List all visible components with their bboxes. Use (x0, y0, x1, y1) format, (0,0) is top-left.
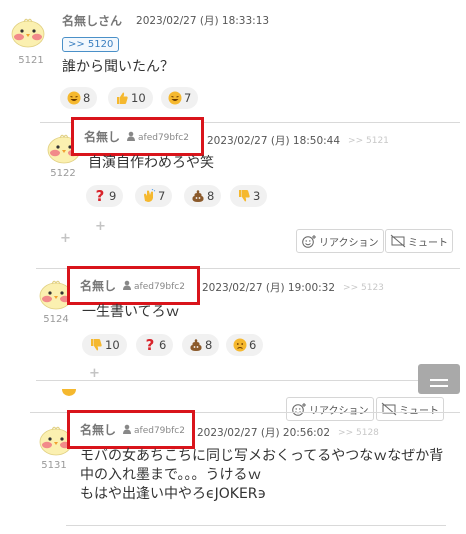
poster-id-value: afed79bfc2 (134, 425, 185, 436)
reaction-button[interactable]: ? 6 (136, 334, 174, 356)
post-number: 5124 (43, 314, 69, 325)
reaction-button[interactable]: ? 9 (86, 185, 124, 207)
smiley-plus-icon (292, 403, 306, 416)
poster-id-value: afed79bfc2 (138, 132, 189, 143)
reaction-action-button[interactable]: リアクション (286, 397, 374, 421)
post-body: 誰から聞いたん？ (62, 58, 174, 77)
mute-icon (381, 402, 397, 416)
reaction-button[interactable]: 10 (108, 87, 153, 109)
post-number: 5121 (18, 55, 44, 66)
poster-id[interactable]: afed79bfc2 (126, 131, 189, 143)
reply-reference-button[interactable]: >> 5120 (62, 37, 120, 52)
post-body-line: 一生書いてろｗ (82, 304, 180, 320)
user-icon (122, 280, 132, 290)
reaction-count: 8 (83, 91, 91, 105)
reaction-count: 6 (159, 338, 167, 352)
reaction-count: 8 (205, 338, 213, 352)
menu-bar-icon (430, 385, 448, 387)
poster-name[interactable]: 名無し (80, 277, 116, 294)
grin-emoji-icon (168, 91, 182, 105)
reaction-count: 8 (207, 189, 215, 203)
post-date: 2023/02/27 (月) 18:50:44 (207, 135, 341, 147)
reply-reference[interactable]: >> 5128 (338, 428, 379, 438)
post-body-line: 自演自作わめろや笑 (88, 155, 214, 171)
poster-highlight: 名無し afed79bfc2 (67, 266, 200, 305)
poop-emoji-icon (189, 338, 203, 352)
poster-name[interactable]: 名無しさん (62, 12, 122, 29)
reaction-button[interactable]: 8 (60, 87, 98, 109)
post-body: 一生書いてろｗ (82, 303, 180, 322)
reaction-button[interactable]: 10 (82, 334, 127, 356)
reaction-button[interactable]: 6 (226, 334, 264, 356)
thumbs-down-emoji-icon (237, 189, 251, 203)
poster-name[interactable]: 名無し (84, 128, 120, 145)
question-emoji-icon: ? (95, 187, 105, 205)
poster-highlight: 名無し afed79bfc2 (71, 117, 204, 156)
reaction-count: 10 (105, 338, 120, 352)
poster-name[interactable]: 名無し (80, 421, 116, 438)
post-number: 5122 (50, 168, 76, 179)
reply-reference[interactable]: >> 5123 (343, 283, 384, 293)
mute-label: ミュート (399, 405, 439, 417)
poster-id[interactable]: afed79bfc2 (122, 280, 185, 292)
plus-icon[interactable]: + (89, 366, 100, 381)
post-date: 2023/02/27 (月) 20:56:02 (197, 427, 331, 439)
reaction-count: 7 (184, 91, 192, 105)
post-date: 2023/02/27 (月) 19:00:32 (202, 282, 336, 294)
post-body-line: もはや出逢い中やろϵJOKER϶ (80, 486, 267, 502)
sad-emoji-icon (233, 338, 247, 352)
post-body: モバの女あちこちに同じ写メおくってるやつなｗなぜか背 中の入れ墨まで。。。うける… (80, 447, 464, 504)
post-number: 5131 (41, 460, 67, 471)
user-icon (122, 424, 132, 434)
reaction-button[interactable]: 8 (184, 185, 222, 207)
reaction-count: 10 (131, 91, 146, 105)
poster-highlight: 名無し afed79bfc2 (67, 410, 195, 449)
user-icon (126, 131, 136, 141)
reaction-count: 3 (253, 189, 261, 203)
thumbs-down-emoji-icon (89, 338, 103, 352)
question-emoji-icon: ? (145, 336, 155, 354)
reaction-count: 9 (109, 189, 117, 203)
reaction-count: 6 (249, 338, 257, 352)
plus-icon[interactable]: + (60, 231, 71, 246)
post-divider (66, 525, 446, 526)
menu-bar-icon (430, 379, 448, 381)
poster-id[interactable]: afed79bfc2 (122, 424, 185, 436)
post-body: 自演自作わめろや笑 (88, 154, 214, 173)
reply-reference[interactable]: >> 5121 (348, 136, 389, 146)
post-body-line: モバの女あちこちに同じ写メおくってるやつなｗなぜか背 (80, 448, 444, 464)
reaction-button[interactable]: 7 (135, 185, 173, 207)
poster-id-value: afed79bfc2 (134, 281, 185, 292)
mute-button[interactable]: ミュート (376, 397, 444, 421)
smiley-plus-icon (302, 235, 316, 248)
reaction-button[interactable]: 3 (230, 185, 268, 207)
reaction-action-button[interactable]: リアクション (296, 229, 384, 253)
reaction-action-label: リアクション (319, 237, 379, 249)
partial-emoji-icon (62, 389, 76, 396)
mute-button[interactable]: ミュート (385, 229, 453, 253)
poop-emoji-icon (191, 189, 205, 203)
grin-emoji-icon (67, 91, 81, 105)
post-divider (36, 380, 460, 381)
reaction-button[interactable]: 7 (161, 87, 199, 109)
scroll-menu-button[interactable] (418, 364, 460, 394)
mute-icon (390, 234, 406, 248)
clap-emoji-icon (142, 189, 156, 203)
plus-icon[interactable]: + (95, 219, 106, 234)
post-body-line: 中の入れ墨まで。。。うけるｗ (80, 467, 262, 483)
thumbs-up-emoji-icon (115, 91, 129, 105)
chick-avatar-icon[interactable] (8, 14, 48, 48)
post-body-line: 誰から聞いたん？ (62, 59, 174, 75)
post-date: 2023/02/27 (月) 18:33:13 (136, 15, 270, 27)
reaction-button[interactable]: 8 (182, 334, 220, 356)
reaction-count: 7 (158, 189, 166, 203)
reaction-action-label: リアクション (309, 405, 369, 417)
mute-label: ミュート (408, 237, 448, 249)
